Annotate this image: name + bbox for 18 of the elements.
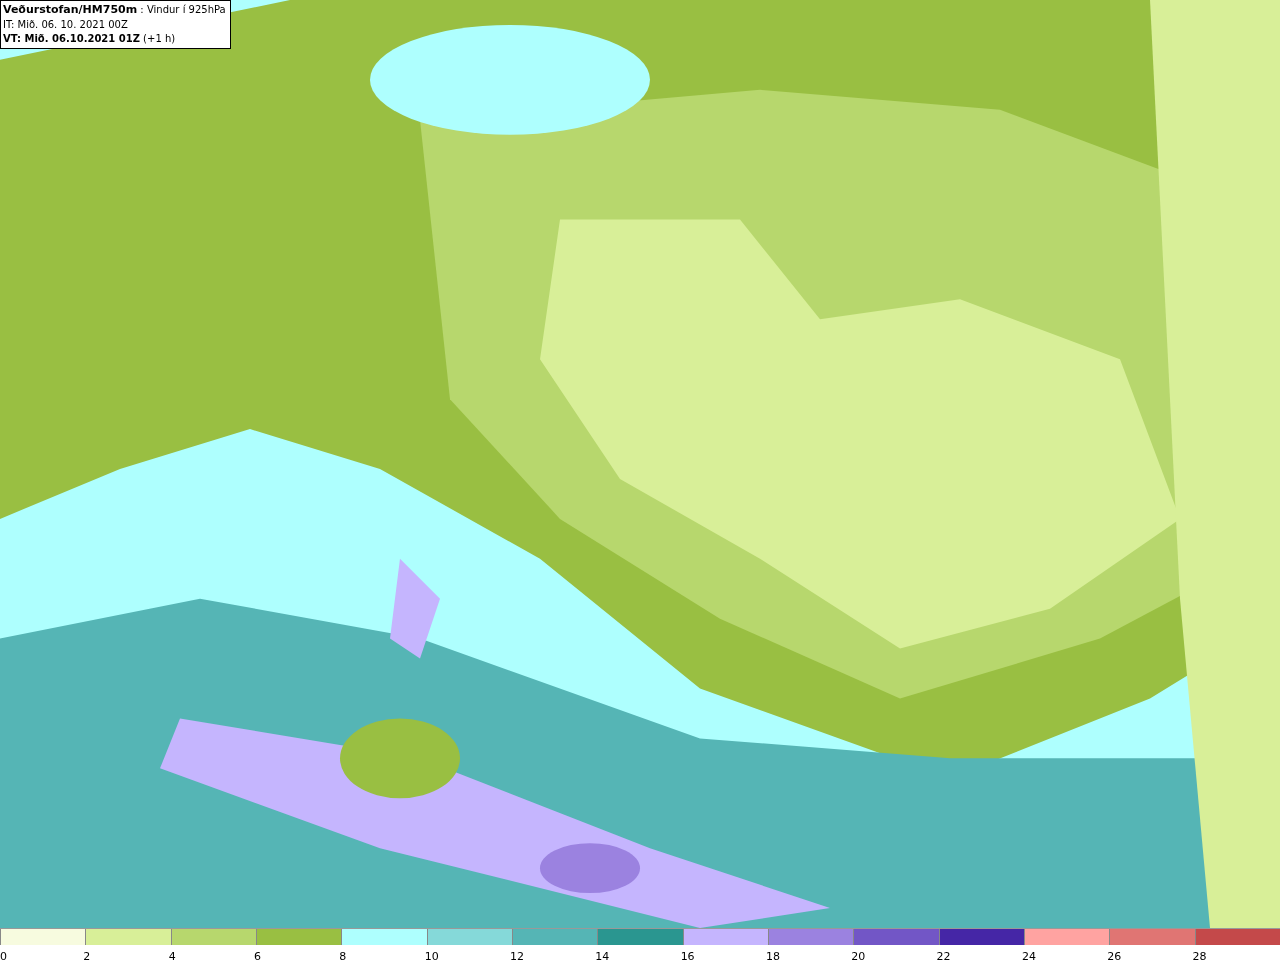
legend-label: 0 bbox=[0, 950, 7, 960]
legend-label: 16 bbox=[680, 950, 695, 960]
legend-label: 8 bbox=[339, 950, 347, 960]
legend-label: 6 bbox=[254, 950, 261, 960]
legend-label: 12 bbox=[509, 950, 524, 960]
legend-label: 4 bbox=[168, 950, 176, 960]
legend-label: 26 bbox=[1107, 950, 1122, 960]
legend-label: 24 bbox=[1021, 950, 1036, 960]
legend-label: 18 bbox=[765, 950, 780, 960]
legend-label: 14 bbox=[595, 950, 610, 960]
legend-label: 20 bbox=[851, 950, 866, 960]
legend-label: 22 bbox=[936, 950, 951, 960]
legend-label: 2 bbox=[83, 950, 91, 960]
legend-label: 10 bbox=[424, 950, 439, 960]
issue-time: IT: Mið. 06. 10. 2021 00Z bbox=[3, 18, 129, 32]
valid-time: VT: Mið. 06.10.2021 01Z (+1 h) bbox=[3, 32, 177, 46]
legend-label: 28 bbox=[1192, 950, 1207, 960]
map-title: Veðurstofan/HM750m : Vindur í 925hPa bbox=[3, 2, 226, 18]
